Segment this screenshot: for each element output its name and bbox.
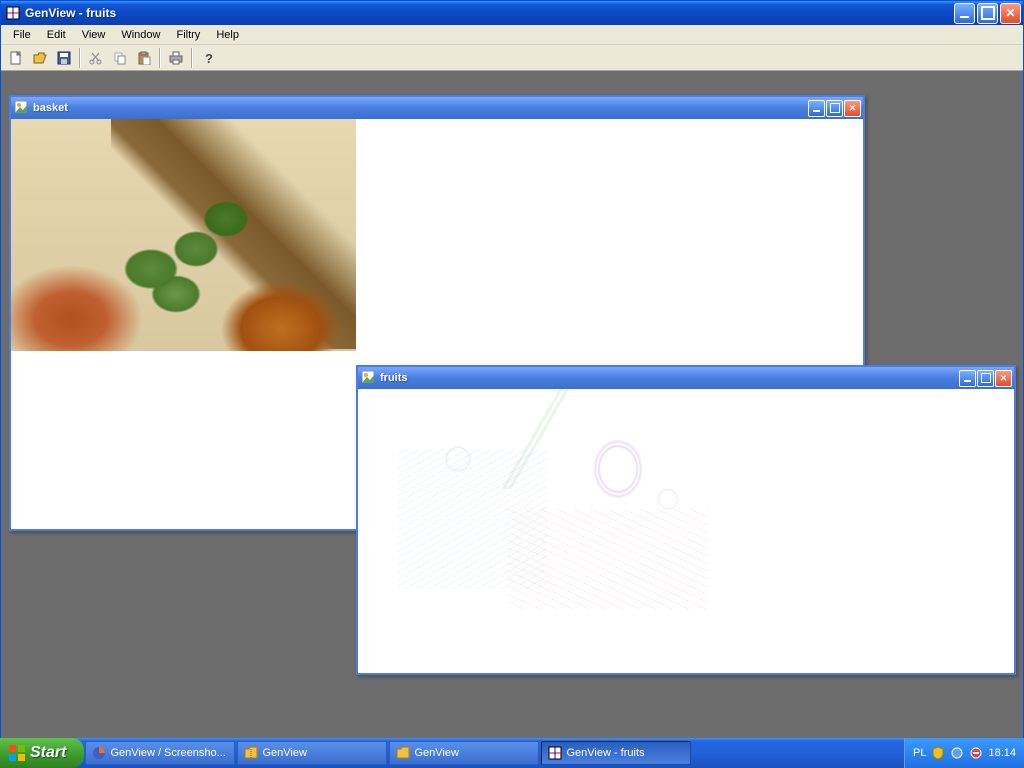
child-maximize-button[interactable] xyxy=(977,370,994,387)
taskbar-button[interactable]: GenView xyxy=(389,741,539,765)
windows-logo-icon xyxy=(8,744,26,762)
task-label: GenView / Screensho... xyxy=(110,747,225,759)
toolbar-separator xyxy=(159,48,161,68)
copy-icon[interactable] xyxy=(109,47,131,69)
menu-edit[interactable]: Edit xyxy=(39,27,74,43)
child-title-fruits: fruits xyxy=(380,372,959,384)
toolbar: ? xyxy=(1,45,1023,71)
menu-view[interactable]: View xyxy=(74,27,114,43)
system-tray[interactable]: PL 18:14 xyxy=(904,738,1024,768)
task-label: GenView - fruits xyxy=(566,747,644,759)
child-titlebar-fruits[interactable]: fruits xyxy=(358,367,1014,389)
menu-file[interactable]: File xyxy=(5,27,39,43)
main-title: GenView - fruits xyxy=(25,6,954,20)
folder-zip-icon xyxy=(244,746,258,760)
toolbar-separator xyxy=(79,48,81,68)
maximize-button[interactable] xyxy=(977,3,998,24)
minimize-button[interactable] xyxy=(954,3,975,24)
folder-icon xyxy=(396,746,410,760)
mdi-workspace: basket fruits xyxy=(1,71,1023,747)
doc-icon xyxy=(362,371,376,385)
child-title-basket: basket xyxy=(33,102,808,114)
start-button[interactable]: Start xyxy=(0,738,84,768)
task-label: GenView xyxy=(262,747,306,759)
child-window-fruits[interactable]: fruits xyxy=(356,365,1016,675)
svg-text:?: ? xyxy=(205,51,213,65)
child-close-button[interactable] xyxy=(844,100,861,117)
cut-icon[interactable] xyxy=(85,47,107,69)
save-icon[interactable] xyxy=(53,47,75,69)
fruits-image xyxy=(358,389,713,625)
basket-image xyxy=(11,119,356,351)
taskbar: Start GenView / Screensho... GenView Gen… xyxy=(0,738,1024,768)
clock[interactable]: 18:14 xyxy=(988,747,1016,759)
menu-help[interactable]: Help xyxy=(208,27,247,43)
toolbar-separator xyxy=(191,48,193,68)
update-icon[interactable] xyxy=(950,746,964,760)
lang-indicator[interactable]: PL xyxy=(913,747,926,759)
task-label: GenView xyxy=(414,747,458,759)
start-label: Start xyxy=(30,744,66,762)
child-body-fruits xyxy=(358,389,1014,673)
child-titlebar-basket[interactable]: basket xyxy=(11,97,863,119)
taskbar-button[interactable]: GenView / Screensho... xyxy=(85,741,235,765)
menu-filtry[interactable]: Filtry xyxy=(168,27,208,43)
menu-window[interactable]: Window xyxy=(113,27,168,43)
app-icon xyxy=(5,5,21,21)
doc-icon xyxy=(15,101,29,115)
menu-bar: File Edit View Window Filtry Help xyxy=(1,25,1023,45)
help-icon[interactable]: ? xyxy=(197,47,219,69)
app-icon xyxy=(548,746,562,760)
child-close-button[interactable] xyxy=(995,370,1012,387)
child-minimize-button[interactable] xyxy=(808,100,825,117)
taskbar-button-active[interactable]: GenView - fruits xyxy=(541,741,691,765)
child-minimize-button[interactable] xyxy=(959,370,976,387)
main-titlebar[interactable]: GenView - fruits xyxy=(1,1,1023,25)
firefox-icon xyxy=(92,746,106,760)
taskbar-button[interactable]: GenView xyxy=(237,741,387,765)
print-icon[interactable] xyxy=(165,47,187,69)
close-button[interactable] xyxy=(1000,3,1021,24)
open-icon[interactable] xyxy=(29,47,51,69)
child-maximize-button[interactable] xyxy=(826,100,843,117)
paste-icon[interactable] xyxy=(133,47,155,69)
new-icon[interactable] xyxy=(5,47,27,69)
shield-icon[interactable] xyxy=(931,746,945,760)
security-icon[interactable] xyxy=(969,746,983,760)
main-window: GenView - fruits File Edit View Window F… xyxy=(0,0,1024,768)
